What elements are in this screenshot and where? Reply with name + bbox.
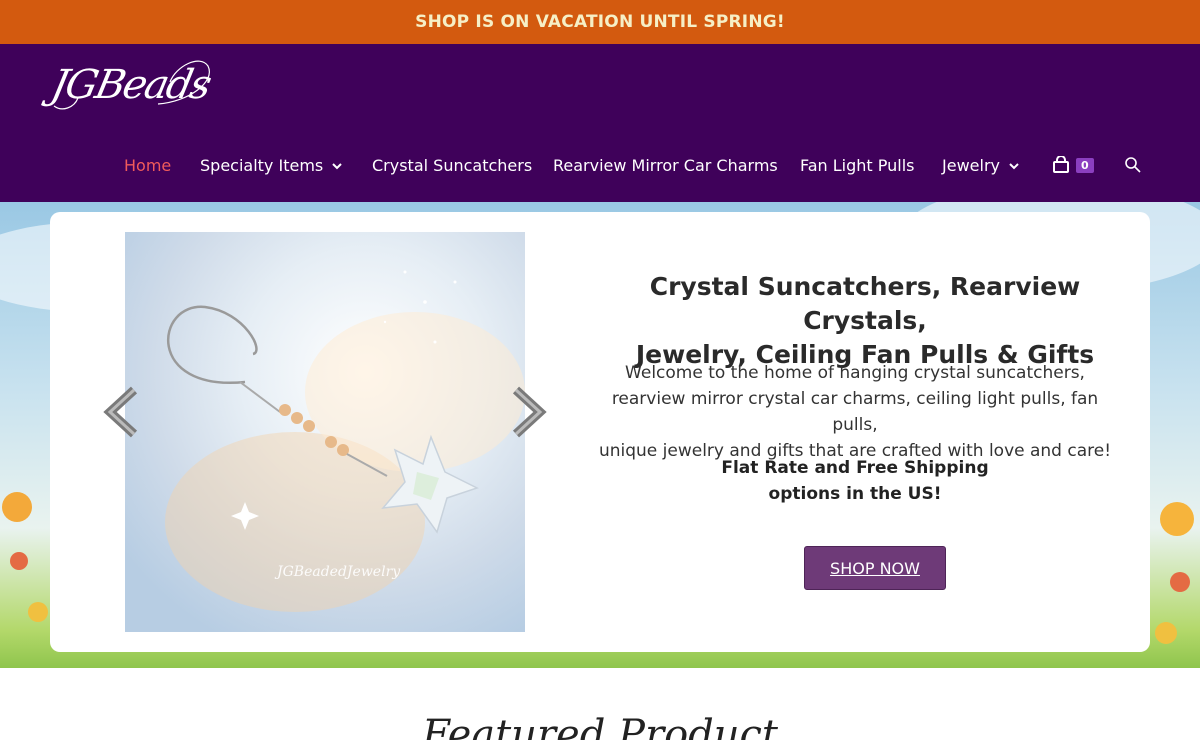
nav-item-label: Home [124,156,172,175]
search-icon [1125,157,1141,173]
cart-count-badge: 0 [1076,157,1094,173]
nav-item-label: Crystal Suncatchers [372,156,533,175]
search-button[interactable] [1124,156,1142,178]
logo-text: JGBeads [47,62,214,108]
hero-slide-card: JGBeadedJewelry Crystal Suncatchers, Rea… [50,212,1150,652]
chevron-right-icon [512,386,547,438]
hero-section: JGBeadedJewelry Crystal Suncatchers, Rea… [0,202,1200,668]
background-flower [2,492,32,522]
image-watermark: JGBeadedJewelry [277,564,401,580]
nav-item-label: Fan Light Pulls [800,156,915,175]
nav-item-jewelry[interactable]: Jewelry [942,156,1020,175]
product-slide-image: JGBeadedJewelry [125,232,525,632]
vacation-banner: SHOP IS ON VACATION UNTIL SPRING! [0,0,1200,44]
background-flower [10,552,28,570]
hero-description-line: Welcome to the home of hanging crystal s… [625,363,1085,383]
hero-title: Crystal Suncatchers, Rearview Crystals, … [610,270,1120,372]
shop-now-button[interactable]: SHOP NOW [804,546,946,590]
hero-description: Welcome to the home of hanging crystal s… [595,360,1115,464]
featured-product-heading: Featured Product [422,712,778,740]
slider-prev-arrow[interactable] [102,384,142,440]
shipping-note-line: Flat Rate and Free Shipping [721,458,989,478]
nav-item-label: Rearview Mirror Car Charms [553,156,778,175]
background-flower [1160,502,1194,536]
site-logo[interactable]: JGBeads [47,52,218,114]
main-nav: Home Specialty Items Crystal Suncatchers… [0,152,1200,182]
nav-item-label: Jewelry [942,156,1000,175]
nav-item-crystal-suncatchers[interactable]: Crystal Suncatchers [372,156,532,175]
slider-next-arrow[interactable] [508,384,548,440]
shipping-note-line: options in the US! [768,484,942,504]
nav-item-fan-light-pulls[interactable]: Fan Light Pulls [800,156,915,175]
hero-title-line: Crystal Suncatchers, Rearview Crystals, [649,272,1081,335]
shipping-note: Flat Rate and Free Shipping options in t… [670,455,1040,507]
hero-description-line: rearview mirror crystal car charms, ceil… [611,389,1099,435]
cart-button[interactable]: 0 [1052,156,1094,174]
chevron-down-icon [332,162,342,169]
nav-item-label: Specialty Items [200,156,324,175]
background-flower [1170,572,1190,592]
nav-item-specialty-items[interactable]: Specialty Items [200,156,343,175]
background-flower [28,602,48,622]
site-header: JGBeads Home Specialty Items Crystal Sun… [0,44,1200,202]
chevron-left-icon [103,386,138,438]
nav-item-rearview-mirror-car-charms[interactable]: Rearview Mirror Car Charms [553,156,778,175]
shopping-bag-icon [1053,156,1069,173]
nav-item-home[interactable]: Home [124,156,171,175]
chevron-down-icon [1009,162,1019,169]
background-flower [1155,622,1177,644]
